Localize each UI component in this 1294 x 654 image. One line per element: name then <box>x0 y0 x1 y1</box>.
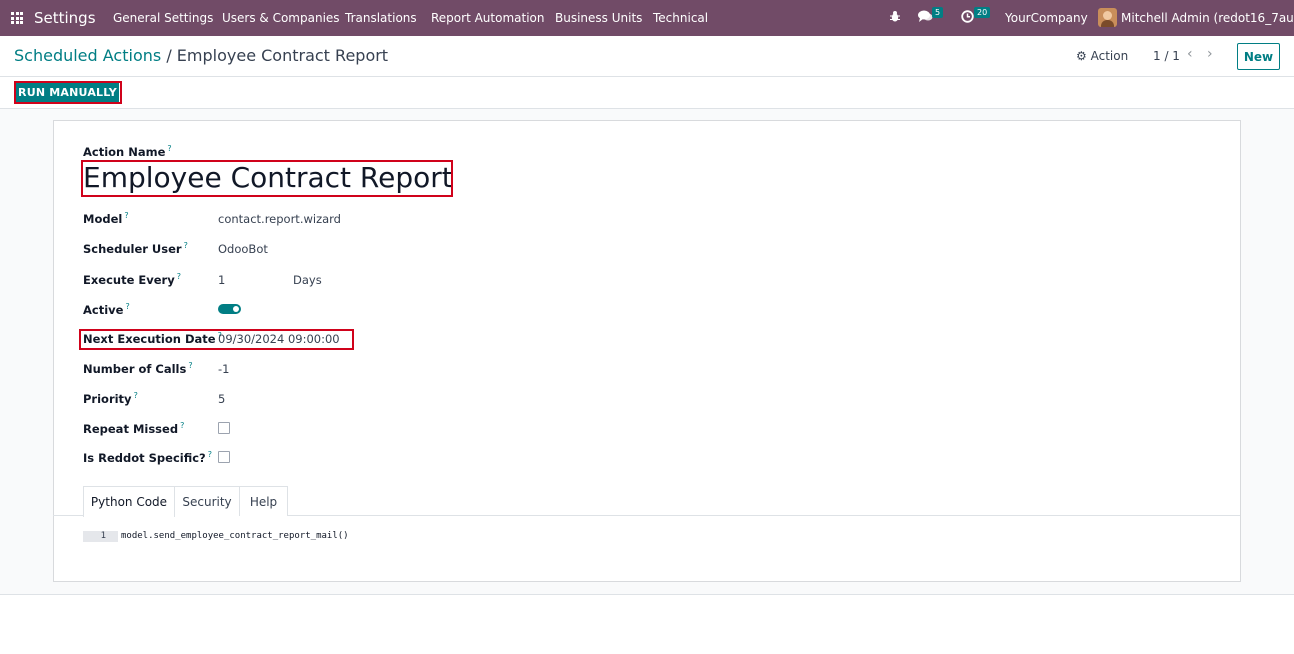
chevron-right-icon[interactable]: › <box>1207 46 1213 62</box>
gear-icon: ⚙ <box>1076 49 1087 63</box>
apps-grid-icon[interactable] <box>11 12 23 24</box>
menu-general-settings[interactable]: General Settings <box>113 11 213 25</box>
priority-label: Priority? <box>83 391 138 406</box>
company-switcher[interactable]: YourCompany <box>1005 11 1088 25</box>
chevron-left-icon[interactable]: ‹ <box>1187 46 1193 62</box>
tab-help[interactable]: Help <box>239 486 288 516</box>
clock-icon[interactable] <box>961 10 974 27</box>
menu-translations[interactable]: Translations <box>345 11 417 25</box>
highlight-run-button <box>14 81 122 104</box>
breadcrumb-current: Employee Contract Report <box>176 46 389 65</box>
highlight-action-name <box>81 160 453 197</box>
user-menu[interactable]: Mitchell Admin (redot16_7aug) <box>1121 11 1294 25</box>
messages-badge: 5 <box>932 7 944 18</box>
menu-report-automation[interactable]: Report Automation <box>431 11 544 25</box>
code-editor-line[interactable]: model.send_employee_contract_report_mail… <box>121 531 349 542</box>
repeat-missed-checkbox[interactable] <box>218 422 230 434</box>
menu-technical[interactable]: Technical <box>653 11 708 25</box>
user-avatar[interactable] <box>1098 8 1117 27</box>
top-navbar: Settings General Settings Users & Compan… <box>0 0 1294 36</box>
menu-users-companies[interactable]: Users & Companies <box>222 11 340 25</box>
action-menu-button[interactable]: ⚙ Action <box>1076 49 1128 63</box>
breadcrumb: Scheduled Actions / Employee Contract Re… <box>14 46 388 65</box>
bug-icon[interactable] <box>889 10 901 27</box>
control-panel-divider <box>0 76 1294 77</box>
highlight-next-execution <box>79 329 354 350</box>
model-field[interactable]: contact.report.wizard <box>218 212 341 226</box>
interval-unit-select[interactable]: Days <box>293 273 322 287</box>
code-line-number: 1 <box>83 531 118 542</box>
model-label: Model? <box>83 211 129 226</box>
breadcrumb-parent[interactable]: Scheduled Actions <box>14 46 161 65</box>
tab-security[interactable]: Security <box>174 486 240 516</box>
repeat-missed-label: Repeat Missed? <box>83 421 185 436</box>
tab-python-code[interactable]: Python Code <box>83 486 175 517</box>
active-toggle[interactable] <box>218 304 241 314</box>
execute-every-label: Execute Every? <box>83 272 181 287</box>
menu-business-units[interactable]: Business Units <box>555 11 642 25</box>
scheduler-user-label: Scheduler User? <box>83 241 188 256</box>
chat-icon[interactable] <box>918 10 933 27</box>
active-label: Active? <box>83 302 130 317</box>
new-button[interactable]: New <box>1237 43 1280 70</box>
is-reddot-label: Is Reddot Specific?? <box>83 450 212 465</box>
number-of-calls-field[interactable]: -1 <box>218 362 229 376</box>
interval-number-field[interactable]: 1 <box>218 273 225 287</box>
number-of-calls-label: Number of Calls? <box>83 361 193 376</box>
action-label: Action <box>1090 49 1129 63</box>
pager-value[interactable]: 1 / 1 <box>1153 49 1180 63</box>
priority-field[interactable]: 5 <box>218 392 225 406</box>
activities-badge: 20 <box>974 7 991 18</box>
scheduler-user-field[interactable]: OdooBot <box>218 242 268 256</box>
is-reddot-checkbox[interactable] <box>218 451 230 463</box>
app-title[interactable]: Settings <box>34 9 96 27</box>
action-name-label: Action Name? <box>83 144 172 159</box>
breadcrumb-separator: / <box>166 46 172 65</box>
